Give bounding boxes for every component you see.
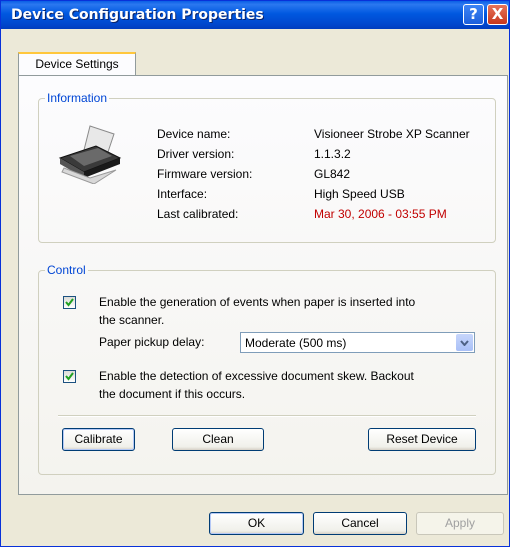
skew-checkbox-label-line2: the document if this occurs. — [99, 387, 246, 401]
checkmark-icon — [65, 298, 74, 307]
control-legend: Control — [47, 263, 86, 277]
driver-version-value: 1.1.3.2 — [314, 147, 351, 161]
pickup-delay-value: Moderate (500 ms) — [245, 336, 347, 350]
chevron-down-icon — [460, 340, 469, 346]
cancel-button[interactable]: Cancel — [313, 512, 407, 535]
window-title: Device Configuration Properties — [11, 7, 264, 23]
scanner-icon — [54, 122, 126, 185]
clean-button[interactable]: Clean — [172, 428, 264, 451]
pickup-delay-label: Paper pickup delay: — [99, 335, 205, 349]
firmware-version-value: GL842 — [314, 167, 351, 181]
dropdown-button[interactable] — [456, 334, 473, 351]
skew-checkbox-label-line1: Enable the detection of excessive docume… — [99, 369, 414, 383]
interface-value: High Speed USB — [314, 187, 405, 201]
interface-label: Interface: — [157, 187, 208, 201]
close-button[interactable]: X — [487, 4, 508, 25]
ok-button[interactable]: OK — [209, 512, 304, 535]
apply-button[interactable]: Apply — [416, 512, 504, 535]
events-checkbox-label-line1: Enable the generation of events when pap… — [99, 295, 416, 309]
device-name-label: Device name: — [157, 127, 231, 141]
reset-device-button[interactable]: Reset Device — [368, 428, 476, 451]
checkmark-icon — [65, 372, 74, 381]
pickup-delay-select[interactable]: Moderate (500 ms) — [240, 332, 475, 353]
tab-device-settings[interactable]: Device Settings — [18, 52, 136, 76]
control-separator — [58, 415, 476, 417]
last-calibrated-value: Mar 30, 2006 - 03:55 PM — [314, 207, 447, 221]
calibrate-button[interactable]: Calibrate — [62, 428, 135, 451]
events-checkbox-label-line2: the scanner. — [99, 313, 165, 327]
device-name-value: Visioneer Strobe XP Scanner — [314, 127, 470, 141]
title-bar[interactable]: Device Configuration Properties ? X — [1, 1, 509, 29]
last-calibrated-label: Last calibrated: — [157, 207, 239, 221]
information-legend: Information — [47, 91, 108, 105]
help-button[interactable]: ? — [463, 4, 484, 25]
events-checkbox[interactable] — [63, 296, 76, 309]
firmware-version-label: Firmware version: — [157, 167, 253, 181]
skew-checkbox[interactable] — [63, 370, 76, 383]
driver-version-label: Driver version: — [157, 147, 235, 161]
